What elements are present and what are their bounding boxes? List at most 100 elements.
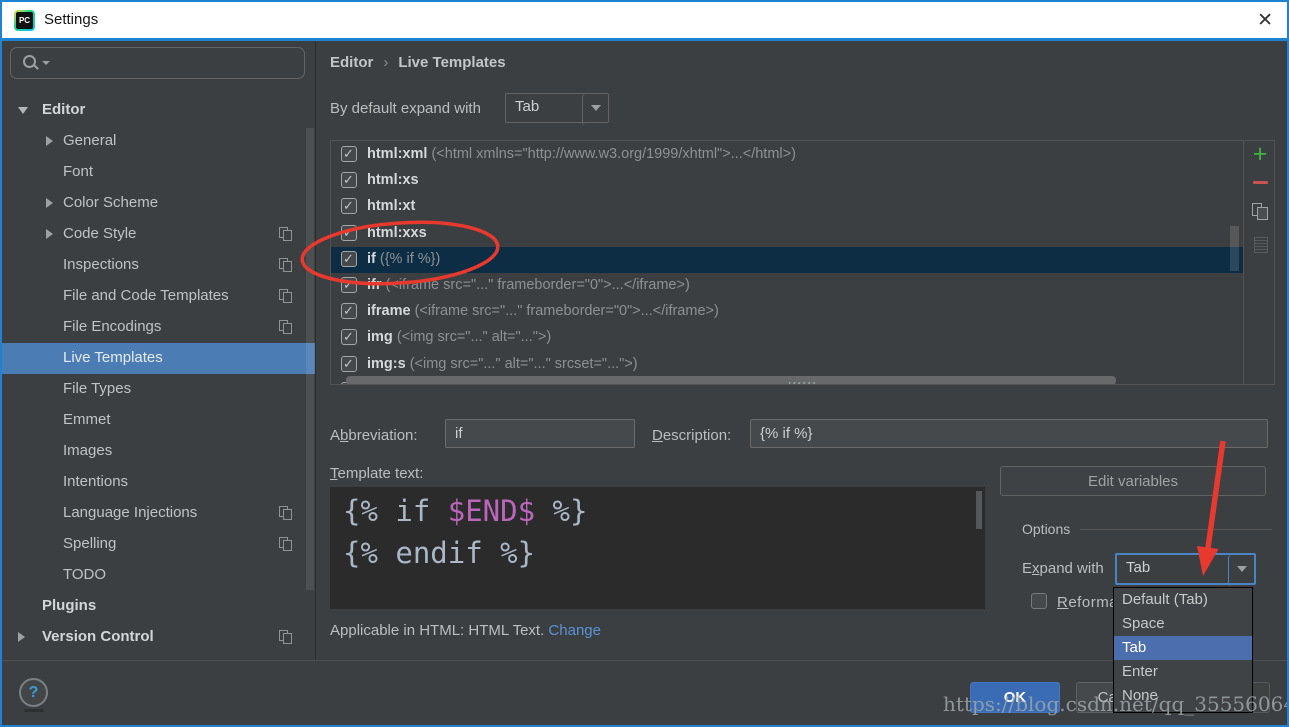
template-name: img (<img src="..." alt="...">) [367, 329, 551, 345]
expand-with-dropdown[interactable]: Tab [1115, 553, 1256, 585]
watermark: https://blog.csdn.net/qq_35556064 [943, 692, 1289, 716]
reformat-checkbox[interactable] [1031, 593, 1047, 609]
dropdown-option-tab[interactable]: Tab [1114, 636, 1252, 660]
sidebar-item-editor[interactable]: Editor [0, 95, 315, 126]
expand-arrow-icon[interactable] [46, 198, 53, 208]
sidebar-item-intentions[interactable]: Intentions [0, 467, 315, 498]
add-icon[interactable]: + [1244, 141, 1275, 167]
default-expand-dropdown[interactable]: Tab [505, 93, 609, 123]
title-separator [0, 38, 1289, 41]
duplicate-icon[interactable] [1252, 203, 1268, 219]
sidebar-item-label: Live Templates [63, 349, 163, 366]
sidebar-item-file-types[interactable]: File Types [0, 374, 315, 405]
restore-defaults-icon[interactable] [1254, 237, 1268, 253]
template-row-html-xxs[interactable]: html:xxs [331, 221, 1243, 247]
help-button-shadow [24, 709, 44, 712]
sidebar-item-label: Color Scheme [63, 194, 158, 211]
sidebar-item-inspections[interactable]: Inspections [0, 250, 315, 281]
template-checkbox[interactable] [341, 251, 357, 267]
shared-settings-icon [279, 289, 293, 303]
splitter-grip-icon[interactable] [789, 382, 815, 385]
settings-dialog: PC Settings ✕ EditorGeneralFontColor Sch… [0, 0, 1289, 727]
template-row-iframe[interactable]: iframe (<iframe src="..." frameborder="0… [331, 299, 1243, 325]
editor-line: {% endif %} [330, 532, 985, 574]
sidebar-item-label: File and Code Templates [63, 287, 229, 304]
sidebar-item-label: Plugins [42, 597, 96, 614]
template-row-img-s[interactable]: img:s (<img src="..." alt="..." srcset="… [331, 352, 1243, 378]
sidebar-item-plugins[interactable]: Plugins [0, 591, 315, 622]
template-row-img[interactable]: img (<img src="..." alt="...">) [331, 325, 1243, 351]
template-checkbox[interactable] [341, 172, 357, 188]
sidebar-item-images[interactable]: Images [0, 436, 315, 467]
dropdown-option-enter[interactable]: Enter [1114, 660, 1252, 684]
sidebar-scrollbar[interactable] [306, 128, 314, 590]
template-text-editor[interactable]: {% if $END$ %}{% endif %} [330, 487, 985, 609]
dropdown-option-default-tab[interactable]: Default (Tab) [1114, 588, 1252, 612]
dropdown-option-space[interactable]: Space [1114, 612, 1252, 636]
template-checkbox[interactable] [341, 146, 357, 162]
breadcrumb-editor[interactable]: Editor [330, 54, 373, 71]
template-row-ifr[interactable]: ifr (<iframe src="..." frameborder="0">.… [331, 273, 1243, 299]
template-checkbox[interactable] [341, 303, 357, 319]
template-description: (<html xmlns="http://www.w3.org/1999/xht… [431, 146, 795, 162]
chevron-down-icon[interactable] [582, 94, 608, 125]
change-link[interactable]: Change [548, 622, 601, 639]
editor-scrollbar[interactable] [976, 491, 982, 529]
template-row-html-xt[interactable]: html:xt [331, 194, 1243, 220]
template-checkbox[interactable] [341, 356, 357, 372]
template-description: ({% if %}) [380, 251, 440, 267]
options-group-line [1080, 529, 1272, 530]
sidebar-tree: EditorGeneralFont Color Scheme Code Style I… [0, 0, 315, 660]
sidebar-item-file-and-code-templates[interactable]: File and Code Templates [0, 281, 315, 312]
sidebar-item-label: Inspections [63, 256, 139, 273]
remove-icon[interactable] [1253, 181, 1268, 184]
help-button[interactable]: ? [19, 678, 48, 707]
sidebar-item-file-encodings[interactable]: File Encodings [0, 312, 315, 343]
template-row-if[interactable]: if ({% if %}) [331, 247, 1243, 273]
template-row-html-xml[interactable]: html:xml (<html xmlns="http://www.w3.org… [331, 142, 1243, 168]
close-icon[interactable]: ✕ [1257, 9, 1273, 32]
vertical-scrollbar[interactable] [1230, 226, 1239, 271]
sidebar-item-label: Version Control [42, 628, 154, 645]
template-checkbox[interactable] [341, 329, 357, 345]
template-variable: $END$ [448, 494, 535, 528]
sidebar-item-spelling[interactable]: Spelling [0, 529, 315, 560]
template-checkbox[interactable] [341, 225, 357, 241]
template-name: if ({% if %}) [367, 251, 440, 267]
sidebar-item-code-style[interactable]: Code Style [0, 219, 315, 250]
list-toolbar: + [1243, 141, 1275, 385]
sidebar-item-color-scheme[interactable]: Color Scheme [0, 188, 315, 219]
sidebar-item-font[interactable]: Font [0, 157, 315, 188]
sidebar-item-live-templates[interactable]: Live Templates [0, 343, 315, 374]
shared-settings-icon [279, 227, 293, 241]
expand-arrow-icon[interactable] [46, 229, 53, 239]
collapse-arrow-icon[interactable] [18, 107, 28, 114]
pycharm-logo-icon: PC [14, 10, 35, 31]
template-name: html:xml (<html xmlns="http://www.w3.org… [367, 146, 796, 162]
template-list: html:xml (<html xmlns="http://www.w3.org… [331, 141, 1243, 385]
chevron-down-icon[interactable] [1228, 555, 1254, 586]
sidebar-item-todo[interactable]: TODO [0, 560, 315, 591]
sidebar-item-label: Images [63, 442, 112, 459]
editor-line: {% if $END$ %} [330, 487, 985, 532]
sidebar-item-general[interactable]: General [0, 126, 315, 157]
shared-settings-icon [279, 630, 293, 644]
expand-arrow-icon[interactable] [46, 136, 53, 146]
description-field[interactable]: {% if %} [750, 419, 1268, 448]
default-expand-value: Tab [515, 98, 539, 115]
horizontal-scrollbar[interactable] [346, 376, 1116, 385]
template-checkbox[interactable] [341, 198, 357, 214]
expand-arrow-icon[interactable] [18, 632, 25, 642]
breadcrumb-live-templates: Live Templates [398, 54, 505, 71]
sidebar-item-label: TODO [63, 566, 106, 583]
expand-with-value: Tab [1126, 559, 1150, 576]
abbreviation-field[interactable]: if [445, 419, 635, 448]
template-description: (<img src="..." alt="...">) [397, 329, 551, 345]
sidebar-item-label: Spelling [63, 535, 116, 552]
sidebar-item-version-control[interactable]: Version Control [0, 622, 315, 653]
sidebar-item-language-injections[interactable]: Language Injections [0, 498, 315, 529]
edit-variables-button[interactable]: Edit variables [1000, 466, 1266, 496]
template-row-html-xs[interactable]: html:xs [331, 168, 1243, 194]
template-checkbox[interactable] [341, 277, 357, 293]
sidebar-item-emmet[interactable]: Emmet [0, 405, 315, 436]
